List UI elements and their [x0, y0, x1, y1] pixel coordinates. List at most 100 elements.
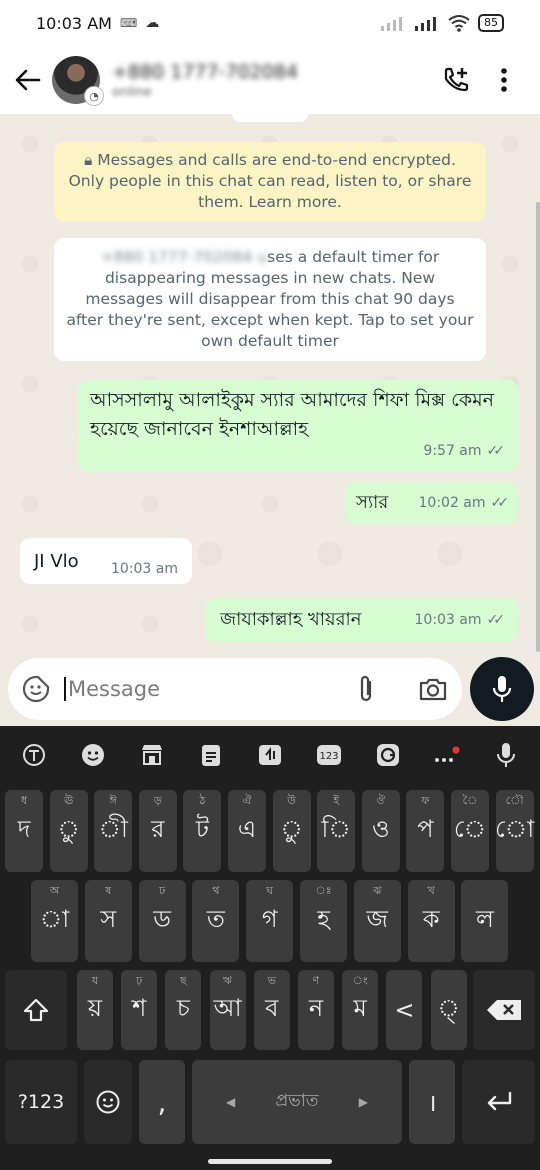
- letter-key[interactable]: ঊু: [49, 790, 88, 872]
- key-hint: ভ: [267, 974, 276, 987]
- letter-key[interactable]: ঋআ: [209, 970, 246, 1050]
- letter-key[interactable]: খক: [407, 880, 455, 962]
- message-text: স্যার: [356, 491, 389, 513]
- avatar[interactable]: ◔: [52, 56, 104, 106]
- enter-key[interactable]: [462, 1060, 535, 1144]
- danda-key[interactable]: ।: [409, 1060, 455, 1144]
- sticker-icon[interactable]: [22, 675, 50, 703]
- letter-key[interactable]: ভব: [253, 970, 290, 1050]
- voice-typing-icon[interactable]: [486, 735, 526, 775]
- keyboard-icon: ⌨: [119, 16, 138, 30]
- letter-key[interactable]: ণন: [298, 970, 334, 1050]
- text-input-icon[interactable]: [14, 735, 54, 775]
- signal-icon-sim2: [415, 17, 436, 31]
- encryption-notice[interactable]: 🔒︎ Messages and calls are end-to-end enc…: [54, 142, 486, 221]
- key-label: া: [39, 905, 70, 933]
- keyboard: 123 ধ দ ঊু ঈী ড় র ঠ ট ঐ এ উু ইি ঔ ও ফ পৈেৌো অা ষ স ঢ ড থ ত ঘ গ…: [0, 726, 540, 1170]
- letter-key[interactable]: য য়: [77, 970, 113, 1050]
- key-hint: ষ: [105, 884, 112, 897]
- message-bubble-out[interactable]: স্যার 10:02 am ✓✓: [346, 482, 518, 524]
- key-label: ব: [265, 994, 279, 1022]
- key-label: ে: [453, 815, 487, 843]
- add-call-button[interactable]: [432, 56, 480, 104]
- letter-key[interactable]: ঈী: [94, 790, 133, 872]
- letter-key[interactable]: ঘগ: [246, 880, 294, 962]
- letter-key[interactable]: <: [386, 970, 423, 1050]
- letter-key[interactable]: ঢ় শ: [121, 970, 158, 1050]
- letter-key[interactable]: ঝজ: [353, 880, 401, 962]
- key-hint: উ: [287, 794, 296, 807]
- number-pad-icon[interactable]: 123: [309, 735, 349, 775]
- letter-key[interactable]: অা: [31, 880, 78, 962]
- key-label: ট: [195, 815, 209, 843]
- contact-info[interactable]: +880 1777-702084 online: [112, 61, 432, 100]
- symbols-key[interactable]: ?123: [5, 1060, 77, 1144]
- comma-key[interactable]: ,: [139, 1060, 185, 1144]
- letter-key[interactable]: ষস: [84, 880, 132, 962]
- key-label: ড: [153, 905, 171, 933]
- space-key[interactable]: ◀ প্রভাত ▶: [192, 1060, 402, 1144]
- key-label: শ: [132, 994, 147, 1022]
- message-input[interactable]: Message: [64, 677, 354, 701]
- gif-icon[interactable]: [368, 735, 408, 775]
- letter-key[interactable]: ঃ হ: [300, 880, 347, 962]
- attach-icon[interactable]: [354, 674, 378, 704]
- scrollbar[interactable]: [536, 202, 540, 652]
- voice-message-button[interactable]: [470, 657, 534, 721]
- back-button[interactable]: [6, 58, 50, 102]
- letter-key[interactable]: ইি: [317, 790, 356, 872]
- shift-icon: [23, 998, 49, 1022]
- message-input-box[interactable]: Message: [8, 658, 462, 720]
- letter-key[interactable]: ্: [430, 970, 467, 1050]
- translate-icon[interactable]: [250, 735, 290, 775]
- letter-key[interactable]: উু: [272, 790, 311, 872]
- key-label: স: [100, 905, 117, 933]
- key-label: ন: [308, 994, 324, 1022]
- key-label: হ: [317, 905, 330, 933]
- timer-notice[interactable]: +880 1777-702084 uses a default timer fo…: [54, 238, 486, 361]
- emoji-key[interactable]: [84, 1060, 132, 1144]
- message-bubble-out[interactable]: আসসালামু আলাইকুম স্যার আমাদের শিফা মিক্স…: [78, 380, 518, 472]
- key-label: ক: [422, 905, 440, 933]
- emoji-icon: [96, 1090, 120, 1114]
- letter-key[interactable]: ল: [461, 880, 509, 962]
- emoji-icon[interactable]: [73, 735, 113, 775]
- key-hint: ৌ: [505, 794, 524, 807]
- letter-key[interactable]: ধদ: [5, 790, 43, 872]
- key-label: ম: [353, 994, 367, 1022]
- camera-icon[interactable]: [418, 676, 448, 702]
- letter-key[interactable]: ঔও: [361, 790, 400, 872]
- letter-key[interactable]: থত: [192, 880, 240, 962]
- add-call-icon: [444, 67, 469, 92]
- key-hint: ঊ: [63, 794, 74, 807]
- sticker-store-icon[interactable]: [132, 735, 172, 775]
- more-options-button[interactable]: [480, 56, 528, 104]
- key-hint: ঠ: [199, 794, 206, 807]
- letter-key[interactable]: ঠট: [183, 790, 222, 872]
- letter-key[interactable]: ৈে: [451, 790, 489, 872]
- more-tools-icon[interactable]: [427, 735, 467, 775]
- more-vert-icon: [501, 68, 507, 92]
- message-bubble-in[interactable]: JI Vlo 10:03 am: [20, 538, 192, 584]
- backspace-key[interactable]: [473, 970, 535, 1050]
- key-label: ও: [371, 815, 390, 843]
- letter-key[interactable]: ছচ: [165, 970, 202, 1050]
- battery-indicator: 85: [478, 14, 504, 32]
- letter-key[interactable]: ৌো: [495, 790, 534, 872]
- letter-key[interactable]: ঢড: [138, 880, 186, 962]
- letter-key[interactable]: ং ম: [342, 970, 379, 1050]
- message-bubble-out[interactable]: জাযাকাল্লাহ খায়রান 10:03 am ✓✓: [206, 598, 518, 642]
- message-text: আসসালামু আলাইকুম স্যার আমাদের শিফা মিক্স…: [90, 389, 495, 440]
- letter-key[interactable]: ফপ: [406, 790, 445, 872]
- letter-key[interactable]: ঐএ: [228, 790, 266, 872]
- shift-key[interactable]: [5, 970, 67, 1050]
- letter-key[interactable]: ড় র: [138, 790, 177, 872]
- message-text: JI Vlo: [34, 550, 79, 572]
- message-time: 10:02 am: [418, 495, 486, 511]
- message-text: জাযাকাল্লাহ খায়রান: [220, 608, 362, 630]
- chat-area[interactable]: 🔒︎ Messages and calls are end-to-end enc…: [0, 114, 540, 654]
- clipboard-icon[interactable]: [191, 735, 231, 775]
- key-hint: ঘ: [266, 884, 274, 897]
- svg-text:123: 123: [320, 751, 339, 762]
- gesture-navigation-bar[interactable]: [208, 1159, 332, 1164]
